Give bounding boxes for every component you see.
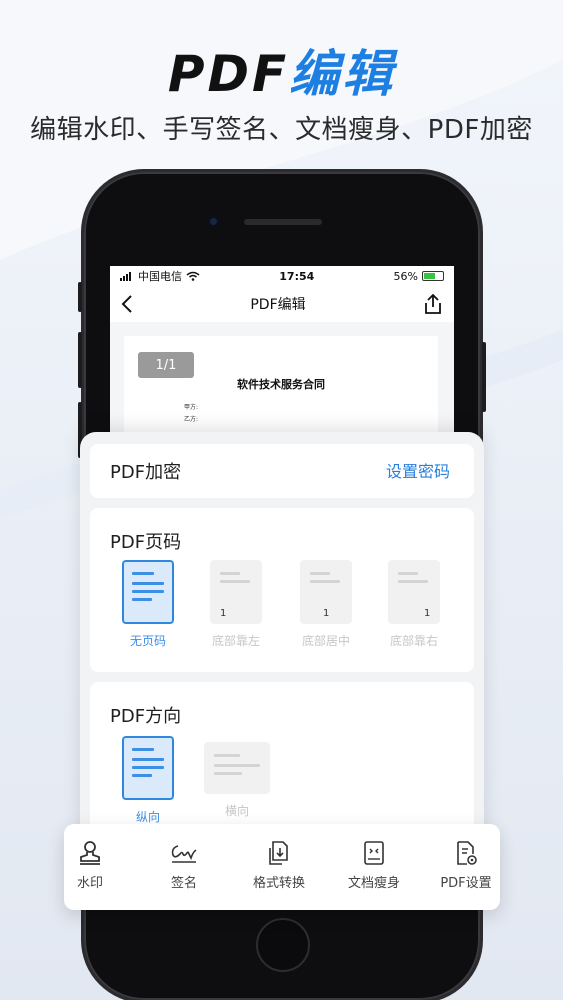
page-number-digit: 1 — [424, 608, 431, 619]
status-bar: 中国电信 17:54 56% — [110, 266, 454, 286]
orientation-option-label: 横向 — [224, 804, 249, 818]
battery-percent: 56% — [393, 269, 418, 283]
nav-title: PDF编辑 — [250, 297, 306, 313]
carrier-label: 中国电信 — [138, 270, 182, 283]
toolbar-item-signature[interactable]: 签名 — [144, 840, 224, 891]
toolbar-label: 水印 — [76, 876, 103, 891]
page-number-option-label: 底部居中 — [301, 634, 350, 648]
wifi-icon — [186, 271, 200, 281]
toolbar-item-format-convert[interactable]: 格式转换 — [239, 840, 319, 891]
page-number-digit: 1 — [220, 608, 227, 619]
convert-icon — [269, 841, 288, 865]
orientation-option-portrait[interactable]: 纵向 — [120, 736, 176, 825]
signal-icon — [120, 272, 131, 281]
pdf-settings-icon — [457, 841, 477, 865]
orientation-thumbnail — [204, 742, 270, 794]
headline-pdf: PDF — [167, 45, 290, 103]
orientation-option-landscape[interactable]: 横向 — [202, 742, 272, 819]
toolbar-label: 签名 — [170, 876, 197, 891]
set-password-button[interactable]: 设置密码 — [386, 458, 450, 482]
toolbar-label: PDF设置 — [440, 876, 492, 891]
page-number-thumbnail: 1 — [300, 560, 352, 624]
headline: PDF编辑 — [0, 42, 563, 106]
toolbar-label: 格式转换 — [252, 876, 305, 891]
home-button[interactable] — [256, 918, 310, 972]
party-b-label: 乙方: — [184, 416, 199, 423]
headline-edit: 编辑 — [289, 45, 396, 103]
orientation-option-label: 纵向 — [135, 810, 160, 824]
toolbar-item-pdf-settings[interactable]: PDF设置 — [426, 840, 506, 891]
page-number-option-label: 底部靠左 — [211, 634, 260, 648]
nav-bar: PDF编辑 — [110, 286, 454, 322]
document-title: 软件技术服务合同 — [237, 378, 325, 391]
page-number-thumbnail: 1 — [388, 560, 440, 624]
encrypt-card: PDF加密 设置密码 — [90, 444, 474, 498]
compress-icon — [364, 841, 384, 865]
bottom-toolbar: 水印 签名 格式转换 文档瘦身 PDF设置 — [64, 824, 500, 910]
page-number-option-label: 底部靠右 — [389, 634, 438, 648]
page-number-option-bottom-left[interactable]: 1 底部靠左 — [208, 560, 264, 649]
stamp-icon — [80, 841, 100, 865]
back-icon[interactable] — [120, 294, 134, 314]
page-number-option-bottom-center[interactable]: 1 底部居中 — [298, 560, 354, 649]
volume-up-button — [78, 332, 82, 388]
mute-switch — [78, 282, 82, 312]
page-number-option-none[interactable]: 无页码 — [120, 560, 176, 649]
share-icon[interactable] — [422, 293, 444, 315]
page-number-thumbnail: 1 — [210, 560, 262, 624]
orientation-title: PDF方向 — [110, 706, 182, 727]
front-camera — [208, 216, 219, 227]
battery-icon — [422, 271, 444, 281]
toolbar-item-watermark[interactable]: 水印 — [50, 840, 130, 891]
status-time: 17:54 — [279, 269, 315, 283]
toolbar-label: 文档瘦身 — [347, 876, 400, 891]
signature-icon — [171, 845, 197, 863]
subheadline: 编辑水印、手写签名、文档瘦身、PDF加密 — [30, 115, 533, 145]
encrypt-title: PDF加密 — [110, 462, 182, 483]
page-number-digit: 1 — [323, 608, 330, 619]
orientation-card: PDF方向 纵向 横向 — [90, 682, 474, 842]
page-number-card: PDF页码 无页码 1 底部靠左 1 底部居中 1 底部靠右 — [90, 508, 474, 672]
toolbar-item-compress[interactable]: 文档瘦身 — [334, 840, 414, 891]
page-number-thumbnail — [122, 560, 174, 624]
earpiece-speaker — [244, 219, 322, 225]
page-number-title: PDF页码 — [110, 532, 182, 553]
page-number-option-bottom-right[interactable]: 1 底部靠右 — [386, 560, 442, 649]
pdf-settings-panel: PDF加密 设置密码 PDF页码 无页码 1 底部靠左 1 底部居中 1 底部靠… — [80, 432, 484, 842]
orientation-thumbnail — [122, 736, 174, 800]
power-button — [482, 342, 486, 412]
page-indicator: 1/1 — [138, 352, 194, 378]
page-number-option-label: 无页码 — [129, 634, 166, 648]
party-a-label: 甲方: — [184, 404, 199, 411]
